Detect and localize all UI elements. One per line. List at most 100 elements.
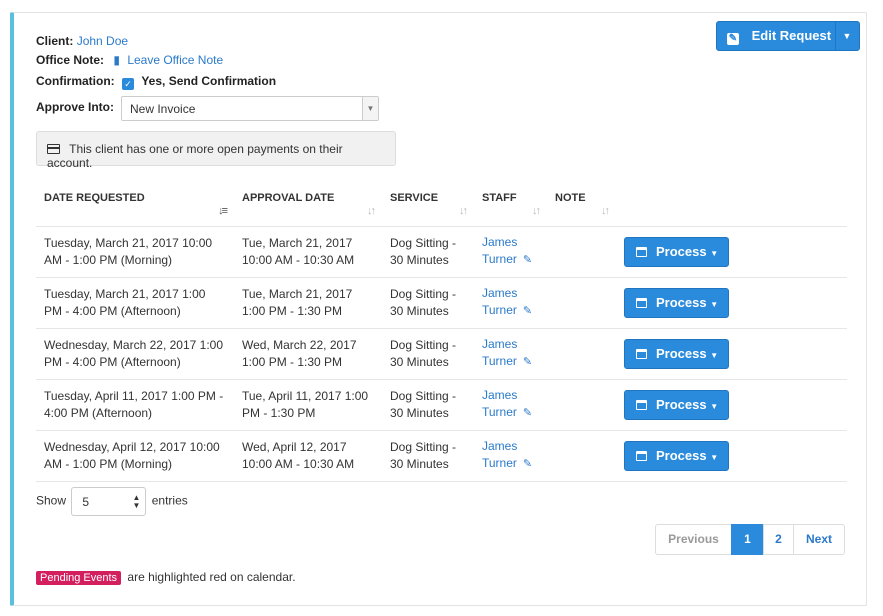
edit-staff-icon[interactable]: ✎ [523,356,532,368]
edit-staff-icon[interactable]: ✎ [523,254,532,266]
client-name-link[interactable]: John Doe [77,34,128,48]
column-header-note[interactable]: NOTE ↓↑ [547,181,616,227]
office-note-label: Office Note: [36,53,105,67]
date-requested-cell: Wednesday, April 12, 2017 10:00 AM - 1:00… [36,430,234,482]
approval-date-cell: Tue, April 11, 2017 1:00 PM - 1:30 PM [234,379,382,431]
sort-icon: ↓↑ [367,205,376,217]
edit-icon: ✎ [727,33,739,45]
credit-card-icon [47,144,60,154]
approval-date-cell: Tue, March 21, 2017 10:00 AM - 10:30 AM [234,226,382,278]
office-note-row: Office Note: ▮ Leave Office Note [36,53,223,67]
edit-request-label: Edit Request [751,28,832,43]
entries-select[interactable]: 5 ▲ ▼ [71,487,147,516]
approval-date-cell: Wed, March 22, 2017 1:00 PM - 1:30 PM [234,328,382,380]
approval-date-cell: Tue, March 21, 2017 1:00 PM - 1:30 PM [234,277,382,329]
confirmation-label: Confirmation: [36,74,115,88]
action-cell: Process ▼ [616,277,847,329]
column-header-date-requested[interactable]: DATE REQUESTED ↓≡ [36,181,234,227]
table-row: Wednesday, April 12, 2017 10:00 AM - 1:00… [36,430,847,482]
edit-request-button[interactable]: ✎ Edit Request [717,22,836,50]
date-requested-cell: Tuesday, March 21, 2017 10:00 AM - 1:00 P… [36,226,234,278]
caret-down-icon: ▼ [710,401,719,411]
sort-icon: ↓↑ [532,205,541,217]
show-label: Show [36,493,67,508]
staff-cell[interactable]: James Turner ✎ [474,328,547,380]
sort-icon: ↓↑ [459,205,468,217]
calendar-icon [636,348,647,359]
caret-down-icon: ▼ [710,248,719,258]
edit-request-button-group: ✎ Edit Request ▼ [716,21,860,51]
leave-office-note-link[interactable]: Leave Office Note [127,53,223,67]
calendar-icon [636,450,647,461]
request-panel: Client: John Doe Office Note: ▮ Leave Of… [10,12,867,606]
stepper-icon: ▲ ▼ [132,493,141,510]
requests-table: DATE REQUESTED ↓≡ APPROVAL DATE ↓↑ SERVICE… [36,181,847,482]
confirmation-value: Yes, Send Confirmation [141,74,277,88]
column-header-staff[interactable]: STAFF ↓↑ [474,181,547,227]
approve-into-select[interactable]: New Invoice ▼ [121,96,379,121]
process-button[interactable]: Process ▼ [624,236,729,267]
process-button[interactable]: Process ▼ [624,338,729,369]
table-header-row: DATE REQUESTED ↓≡ APPROVAL DATE ↓↑ SERVICE… [36,181,847,227]
note-cell [547,379,616,431]
staff-cell[interactable]: James Turner ✎ [474,226,547,278]
entries-label: entries [151,493,188,508]
client-row: Client: John Doe [36,34,128,48]
book-icon: ▮ [113,53,120,67]
caret-down-icon: ▼ [710,299,719,309]
pending-events-badge: Pending Events [36,571,122,585]
page-1-button[interactable]: 1 [731,524,764,555]
approve-into-label: Approve Into: [36,100,114,114]
alert-text: This client has one or more open payment… [47,142,343,170]
page-2-button[interactable]: 2 [763,524,794,555]
next-page-button[interactable]: Next [793,524,845,555]
caret-down-icon: ▼ [710,452,719,462]
date-requested-cell: Wednesday, March 22, 2017 1:00 PM - 4:00 … [36,328,234,380]
confirmation-row: Confirmation: ✓ Yes, Send Confirmation [36,74,276,90]
caret-down-icon: ▼ [842,31,852,41]
table-row: Tuesday, April 11, 2017 1:00 PM -4:00 PM… [36,379,847,431]
process-button[interactable]: Process ▼ [624,287,729,318]
pending-events-text: are highlighted red on calendar. [127,570,296,584]
column-header-approval-date[interactable]: APPROVAL DATE ↓↑ [234,181,382,227]
action-cell: Process ▼ [616,430,847,482]
process-button[interactable]: Process ▼ [624,389,729,420]
staff-cell[interactable]: James Turner ✎ [474,277,547,329]
action-cell: Process ▼ [616,379,847,431]
date-requested-cell: Tuesday, March 21, 2017 1:00 PM - 4:00 PM… [36,277,234,329]
open-payments-alert: This client has one or more open payment… [36,131,396,170]
pending-events-note: Pending Events are highlighted red on ca… [36,570,296,585]
client-label: Client: [36,34,74,48]
edit-staff-icon[interactable]: ✎ [523,305,532,317]
service-cell: Dog Sitting -30 Minutes [382,328,474,380]
edit-staff-icon[interactable]: ✎ [523,458,532,470]
note-cell [547,328,616,380]
table-row: Tuesday, March 21, 2017 1:00 PM - 4:00 PM… [36,277,847,329]
date-requested-cell: Tuesday, April 11, 2017 1:00 PM -4:00 PM… [36,379,234,431]
previous-page-button[interactable]: Previous [655,524,732,555]
note-cell [547,277,616,329]
caret-down-icon: ▼ [710,350,719,360]
calendar-icon [636,399,647,410]
process-button[interactable]: Process ▼ [624,440,729,471]
approval-date-cell: Wed, April 12, 2017 10:00 AM - 10:30 AM [234,430,382,482]
note-cell [547,430,616,482]
calendar-icon [636,246,647,257]
action-cell: Process ▼ [616,226,847,278]
service-cell: Dog Sitting -30 Minutes [382,430,474,482]
table-row: Wednesday, March 22, 2017 1:00 PM - 4:00 … [36,328,847,380]
note-cell [547,226,616,278]
staff-cell[interactable]: James Turner ✎ [474,430,547,482]
sort-active-icon: ↓≡ [218,205,228,217]
edit-request-dropdown-toggle[interactable]: ▼ [835,22,859,50]
service-cell: Dog Sitting -30 Minutes [382,226,474,278]
column-header-service[interactable]: SERVICE ↓↑ [382,181,474,227]
column-header-actions [616,181,847,227]
approve-into-value: New Invoice [130,102,196,116]
staff-cell[interactable]: James Turner ✎ [474,379,547,431]
edit-staff-icon[interactable]: ✎ [523,407,532,419]
confirmation-checkbox[interactable]: ✓ [122,78,134,90]
sort-icon: ↓↑ [601,205,610,217]
service-cell: Dog Sitting -30 Minutes [382,277,474,329]
action-cell: Process ▼ [616,328,847,380]
